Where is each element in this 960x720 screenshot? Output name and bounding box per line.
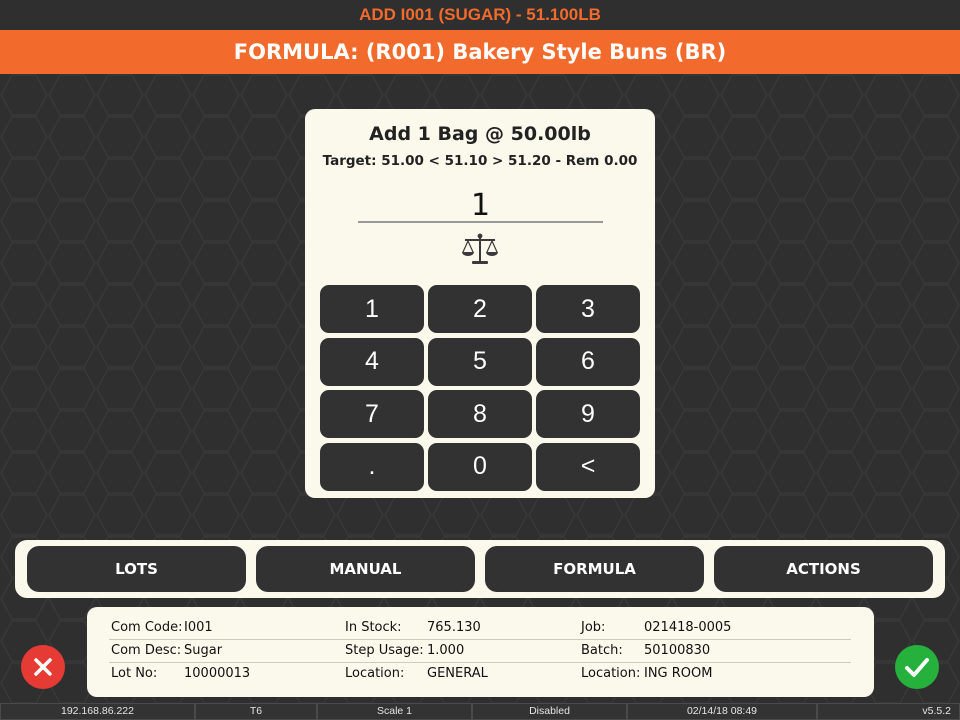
com-code-label: Com Code: bbox=[111, 620, 183, 635]
key-4[interactable]: 4 bbox=[320, 337, 424, 386]
key-6[interactable]: 6 bbox=[536, 337, 640, 386]
key-0[interactable]: 0 bbox=[428, 442, 532, 491]
location2-value: ING ROOM bbox=[644, 666, 713, 681]
ip-address-status: 192.168.86.222 bbox=[0, 703, 195, 720]
step-usage-value: 1.000 bbox=[427, 643, 465, 658]
numeric-keypad: 1 2 3 4 5 6 7 8 9 . 0 < bbox=[320, 285, 640, 491]
key-5[interactable]: 5 bbox=[428, 337, 532, 386]
step-usage-label: Step Usage: bbox=[345, 643, 424, 658]
cancel-button[interactable] bbox=[21, 645, 65, 689]
info-row: Lot No: 10000013 Location: GENERAL Locat… bbox=[109, 663, 851, 686]
key-backspace[interactable]: < bbox=[536, 442, 640, 491]
key-7[interactable]: 7 bbox=[320, 390, 424, 438]
key-8[interactable]: 8 bbox=[428, 390, 532, 438]
com-desc-value: Sugar bbox=[184, 643, 223, 658]
confirm-button[interactable] bbox=[895, 645, 939, 689]
location-value: GENERAL bbox=[427, 666, 488, 681]
info-row: Com Desc: Sugar Step Usage: 1.000 Batch:… bbox=[109, 640, 851, 663]
key-1[interactable]: 1 bbox=[320, 285, 424, 333]
batch-label: Batch: bbox=[581, 643, 623, 658]
com-code-value: I001 bbox=[184, 620, 213, 635]
batch-value: 50100830 bbox=[644, 643, 711, 658]
manual-button[interactable]: MANUAL bbox=[256, 546, 475, 592]
key-9[interactable]: 9 bbox=[536, 390, 640, 438]
key-decimal[interactable]: . bbox=[320, 442, 424, 491]
actions-button[interactable]: ACTIONS bbox=[714, 546, 933, 592]
target-tolerance-line: Target: 51.00 < 51.10 > 51.20 - Rem 0.00 bbox=[322, 153, 638, 169]
ingredient-info-panel: Com Code: I001 In Stock: 765.130 Job: 02… bbox=[87, 607, 874, 697]
action-menu-bar: LOTS MANUAL FORMULA ACTIONS bbox=[15, 540, 945, 598]
datetime-status: 02/14/18 08:49 bbox=[627, 703, 817, 720]
formula-title: FORMULA: (R001) Bakery Style Buns (BR) bbox=[0, 30, 960, 74]
lots-button[interactable]: LOTS bbox=[27, 546, 246, 592]
close-icon bbox=[34, 658, 52, 676]
job-value: 021418-0005 bbox=[644, 620, 732, 635]
job-label: Job: bbox=[581, 620, 606, 635]
formula-button[interactable]: FORMULA bbox=[485, 546, 704, 592]
location2-label: Location: bbox=[581, 666, 641, 681]
key-2[interactable]: 2 bbox=[428, 285, 532, 333]
in-stock-label: In Stock: bbox=[345, 620, 402, 635]
lot-no-label: Lot No: bbox=[111, 666, 158, 681]
quantity-input[interactable]: 1 bbox=[358, 183, 603, 223]
add-ingredient-title: ADD I001 (SUGAR) - 51.100LB bbox=[0, 0, 960, 30]
balance-scale-icon[interactable] bbox=[460, 232, 500, 268]
quantity-entry-panel: Add 1 Bag @ 50.00lb Target: 51.00 < 51.1… bbox=[305, 109, 655, 498]
in-stock-value: 765.130 bbox=[427, 620, 481, 635]
location-label: Location: bbox=[345, 666, 405, 681]
scale-status: Scale 1 bbox=[317, 703, 472, 720]
key-3[interactable]: 3 bbox=[536, 285, 640, 333]
lot-no-value: 10000013 bbox=[184, 666, 251, 681]
status-bar: 192.168.86.222 T6 Scale 1 Disabled 02/14… bbox=[0, 703, 960, 720]
add-bag-prompt: Add 1 Bag @ 50.00lb bbox=[369, 123, 591, 145]
com-desc-label: Com Desc: bbox=[111, 643, 182, 658]
version-status: v5.5.2 bbox=[817, 703, 960, 720]
info-row: Com Code: I001 In Stock: 765.130 Job: 02… bbox=[109, 617, 851, 640]
checkmark-icon bbox=[905, 658, 929, 677]
terminal-status: T6 bbox=[195, 703, 317, 720]
scale-state-status: Disabled bbox=[472, 703, 627, 720]
